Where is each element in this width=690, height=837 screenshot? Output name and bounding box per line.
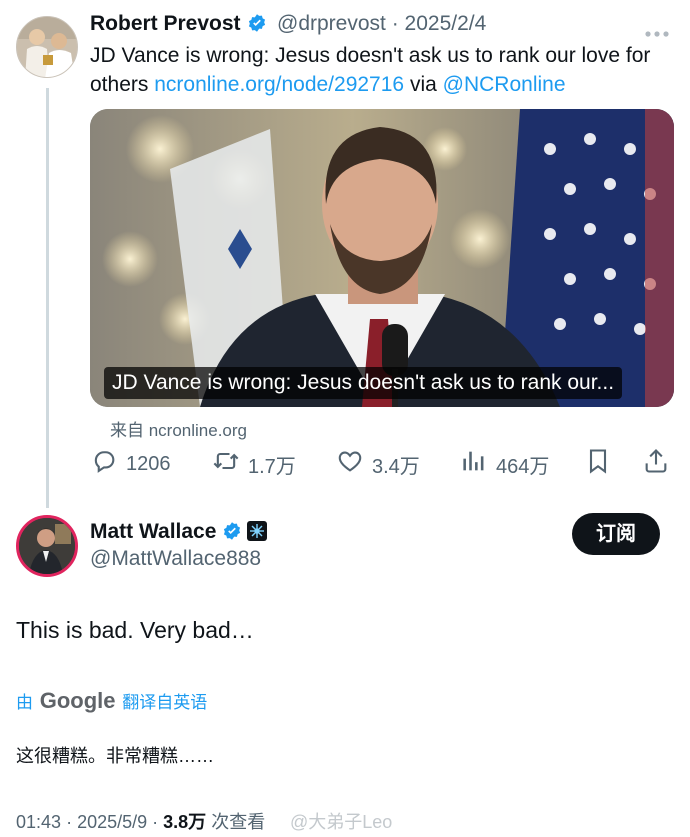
tweet-text: This is bad. Very bad…: [16, 617, 254, 643]
verified-badge-icon: [247, 13, 267, 33]
thread-connector: [46, 88, 49, 508]
translate-prefix: 由: [16, 693, 33, 712]
bookmark-icon: [584, 447, 620, 481]
author-handle[interactable]: @MattWallace888: [90, 547, 261, 571]
tweet-text: JD Vance is wrong: Jesus doesn't ask us …: [90, 41, 680, 99]
tweet-text-line: JD Vance is wrong: Jesus doesn't ask us …: [90, 44, 651, 67]
author-name[interactable]: Robert Prevost: [90, 12, 241, 35]
link-card-title: JD Vance is wrong: Jesus doesn't ask us …: [104, 367, 623, 399]
repost-count: 1.7万: [248, 455, 296, 478]
link-card-image[interactable]: JD Vance is wrong: Jesus doesn't ask us …: [90, 109, 674, 407]
like-count: 3.4万: [372, 455, 420, 478]
analytics-icon: [460, 447, 496, 481]
heart-icon: [336, 447, 372, 481]
action-bar: 1206 1.7万 3.4万 464万: [90, 446, 680, 482]
link-source[interactable]: 来自 ncronline.org: [110, 416, 247, 441]
reply-button[interactable]: 1206: [90, 446, 171, 482]
tweet-meta: 01:43 · 2025/5/9 · 3.8万 次查看: [16, 812, 266, 832]
reply-count: 1206: [126, 452, 171, 475]
affiliate-badge-icon[interactable]: [246, 520, 268, 542]
repost-button[interactable]: 1.7万: [212, 446, 296, 482]
mention-link[interactable]: @NCRonline: [443, 73, 566, 96]
tweet-header: Robert Prevost @drprevost · 2025/2/4: [90, 12, 486, 36]
tweet-date[interactable]: 2025/2/4: [405, 12, 487, 35]
repost-icon: [212, 447, 248, 481]
tweet-text-word: others: [90, 73, 149, 96]
share-icon: [642, 447, 678, 481]
share-button[interactable]: [642, 446, 678, 482]
tweet-link[interactable]: ncronline.org/node/292716: [154, 73, 404, 96]
translation-attribution[interactable]: 由 Google 翻译自英语: [16, 688, 207, 714]
google-logo: Google: [39, 688, 116, 713]
bookmark-button[interactable]: [584, 446, 620, 482]
avatar[interactable]: [16, 16, 78, 78]
tweet-date[interactable]: 2025/5/9: [77, 812, 147, 832]
avatar[interactable]: [16, 515, 78, 577]
views-button[interactable]: 464万: [460, 446, 549, 482]
like-button[interactable]: 3.4万: [336, 446, 420, 482]
separator-dot: ·: [391, 12, 399, 35]
via-word: via: [409, 73, 437, 96]
author-name[interactable]: Matt Wallace: [90, 520, 216, 543]
watermark-text: @大弟子Leo: [290, 812, 393, 832]
views-count: 464万: [496, 455, 550, 478]
tweet-header: Matt Wallace: [90, 520, 268, 544]
views-count: 3.8万: [163, 812, 207, 832]
translate-suffix: 翻译自英语: [122, 693, 208, 712]
tweet-time[interactable]: 01:43: [16, 812, 61, 832]
subscribe-button[interactable]: 订阅: [572, 513, 660, 555]
reply-icon: [90, 447, 126, 481]
verified-badge-icon: [222, 521, 242, 541]
views-label: 次查看: [211, 812, 266, 832]
author-handle[interactable]: @drprevost: [277, 12, 386, 35]
translated-text: 这很糟糕。非常糟糕……: [16, 746, 214, 766]
